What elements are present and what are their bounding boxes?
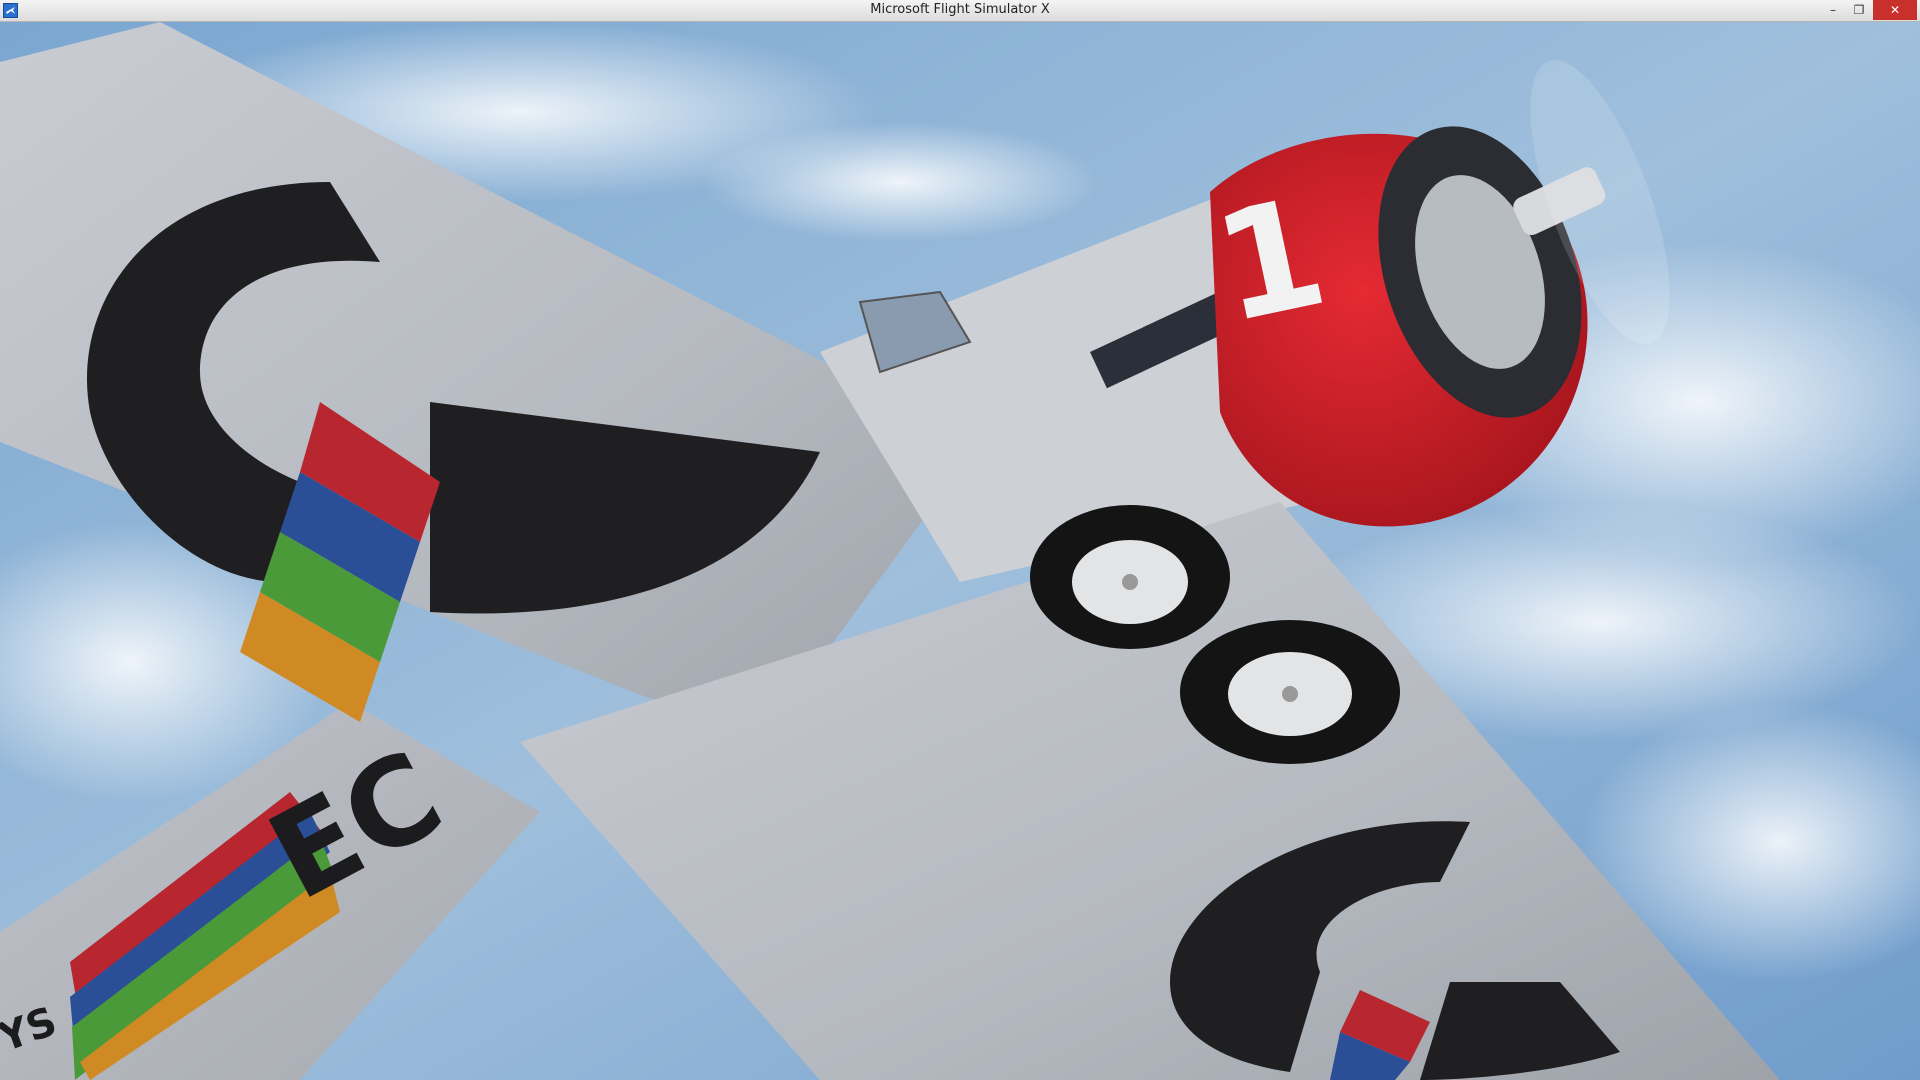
minimize-icon: – bbox=[1830, 3, 1836, 17]
simulator-viewport[interactable]: EC YS 1 bbox=[0, 22, 1920, 1080]
title-bar[interactable]: Microsoft Flight Simulator X – ❐ ✕ bbox=[0, 0, 1920, 22]
restore-button[interactable]: ❐ bbox=[1846, 0, 1872, 20]
minimize-button[interactable]: – bbox=[1820, 0, 1846, 20]
close-button[interactable]: ✕ bbox=[1873, 0, 1917, 20]
restore-icon: ❐ bbox=[1853, 3, 1865, 17]
app-window: Microsoft Flight Simulator X – ❐ ✕ EC YS… bbox=[0, 0, 1920, 1080]
scene-render: EC YS 1 bbox=[0, 22, 1920, 1080]
close-icon: ✕ bbox=[1889, 3, 1901, 17]
window-title: Microsoft Flight Simulator X bbox=[870, 2, 1050, 17]
